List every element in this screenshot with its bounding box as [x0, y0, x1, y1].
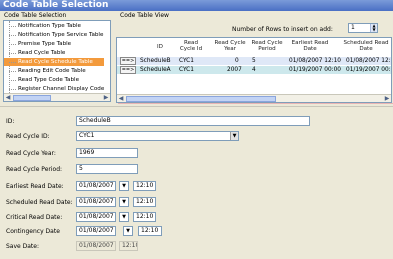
tree-item-notification-type-service[interactable]: Notification Type Service Table: [4, 31, 104, 39]
cell-earliest: 01/19/2007 00:00: [289, 67, 341, 73]
arrow-right-icon[interactable]: ▶: [383, 95, 391, 102]
arrow-left-icon[interactable]: ◀: [117, 95, 125, 102]
cell-earliest: 01/08/2007 12:10: [289, 58, 341, 64]
id-field[interactable]: ScheduleB: [76, 116, 310, 126]
cell-cycle-id: CYC1: [179, 58, 194, 64]
id-label: ID:: [6, 118, 15, 125]
cell-scheduled: 01/08/2007 12:1: [346, 58, 392, 64]
cell-id: ScheduleB: [140, 58, 171, 64]
scroll-thumb[interactable]: [13, 95, 51, 101]
read-cycle-id-value[interactable]: CYC1: [79, 132, 94, 139]
spin-icon[interactable]: ▲ ▼: [370, 24, 377, 32]
earliest-read-date-field[interactable]: 01/08/2007: [76, 181, 116, 191]
schedule-grid[interactable]: ID Read Cycle Id Read Cycle Year Read Cy…: [116, 37, 392, 103]
critical-read-date-field[interactable]: 01/08/2007: [76, 212, 116, 222]
tree-item-reading-edit-code[interactable]: Reading Edit Code Table: [4, 67, 104, 75]
contingency-time-field[interactable]: 12:10: [138, 226, 162, 236]
read-cycle-period-field[interactable]: 5: [76, 164, 138, 174]
column-header-id[interactable]: ID: [153, 44, 167, 50]
earliest-read-time-field[interactable]: 12:10: [133, 181, 156, 191]
column-header-read-cycle-year[interactable]: Read Cycle Year: [211, 40, 249, 52]
read-cycle-year-label: Read Cycle Year:: [6, 150, 56, 157]
tree-item-read-type-code[interactable]: Read Type Code Table: [4, 76, 104, 84]
save-time-field: 12:10: [119, 241, 138, 251]
arrow-left-icon[interactable]: ◀: [4, 94, 12, 101]
scroll-thumb[interactable]: [126, 96, 276, 102]
cell-scheduled: 01/19/2007 00:0: [346, 67, 392, 73]
arrow-right-icon[interactable]: ▶: [102, 94, 110, 101]
rows-to-insert-label: Number of Rows to insert on add:: [232, 26, 333, 33]
contingency-date-label: Contingency Date: [6, 228, 60, 235]
earliest-read-date-label: Earliest Read Date:: [6, 183, 64, 190]
contingency-date-field[interactable]: 01/08/2007: [76, 226, 116, 236]
divider: [118, 103, 393, 104]
cell-year: 2007: [227, 67, 242, 73]
table-row[interactable]: ==> ScheduleB CYC1 0 5 01/08/2007 12:10 …: [117, 57, 391, 65]
chevron-down-icon[interactable]: ▼: [119, 197, 129, 207]
code-table-tree[interactable]: Notification Type Table Notification Typ…: [3, 20, 111, 102]
scheduled-read-date-label: Scheduled Read Date:: [6, 199, 73, 206]
column-header-earliest-read-date[interactable]: Earliest Read Date: [289, 40, 331, 52]
chevron-down-icon[interactable]: ▼: [119, 181, 129, 191]
cell-period: 5: [252, 58, 256, 64]
read-cycle-year-field[interactable]: 1969: [76, 148, 138, 158]
rows-to-insert-value[interactable]: 1: [351, 24, 355, 31]
chevron-down-icon[interactable]: ▼: [119, 212, 129, 222]
tree-item-premise-type[interactable]: Premise Type Table: [4, 40, 104, 48]
chevron-down-icon[interactable]: ▼: [230, 132, 238, 140]
right-pane-label: Code Table View: [120, 12, 169, 19]
divider: [0, 106, 393, 107]
save-date-label: Save Date:: [6, 243, 39, 250]
column-header-read-cycle-period[interactable]: Read Cycle Period: [251, 40, 283, 52]
tree-item-read-cycle-schedule[interactable]: Read Cycle Schedule Table: [4, 58, 104, 66]
column-header-read-cycle-id[interactable]: Read Cycle Id: [177, 40, 205, 52]
save-date-field: 01/08/2007: [76, 241, 116, 251]
cell-year: 0: [235, 58, 239, 64]
critical-read-time-field[interactable]: 12:10: [133, 212, 156, 222]
column-header-scheduled-read-date[interactable]: Scheduled Read Date: [343, 40, 389, 52]
select-row-button[interactable]: ==>: [120, 66, 136, 74]
read-cycle-period-label: Read Cycle Period:: [6, 166, 63, 173]
tree-item-register-channel-display[interactable]: Register Channel Display Code: [4, 85, 104, 93]
cell-id: ScheduleA: [140, 67, 171, 73]
chevron-down-icon[interactable]: ▼: [123, 226, 133, 236]
cell-period: 4: [252, 67, 256, 73]
rows-to-insert-stepper[interactable]: 1 ▲ ▼: [348, 23, 378, 33]
tree-horizontal-scrollbar[interactable]: ◀ ▶: [4, 93, 110, 101]
critical-read-date-label: Critical Read Date:: [6, 214, 63, 221]
read-cycle-id-select[interactable]: CYC1 ▼: [76, 131, 239, 141]
tree-item-read-cycle[interactable]: Read Cycle Table: [4, 49, 104, 57]
tree-item-notification-type[interactable]: Notification Type Table: [4, 22, 104, 30]
select-row-button[interactable]: ==>: [120, 57, 136, 65]
left-pane-label: Code Table Selection: [4, 12, 67, 19]
read-cycle-id-label: Read Cycle ID:: [6, 133, 50, 140]
scheduled-read-time-field[interactable]: 12:10: [133, 197, 156, 207]
table-row[interactable]: ==> ScheduleA CYC1 2007 4 01/19/2007 00:…: [117, 66, 391, 74]
grid-horizontal-scrollbar[interactable]: ◀ ▶: [117, 94, 391, 102]
scheduled-read-date-field[interactable]: 01/08/2007: [76, 197, 116, 207]
cell-cycle-id: CYC1: [179, 67, 194, 73]
window-title: Code Table Selection: [0, 0, 393, 11]
